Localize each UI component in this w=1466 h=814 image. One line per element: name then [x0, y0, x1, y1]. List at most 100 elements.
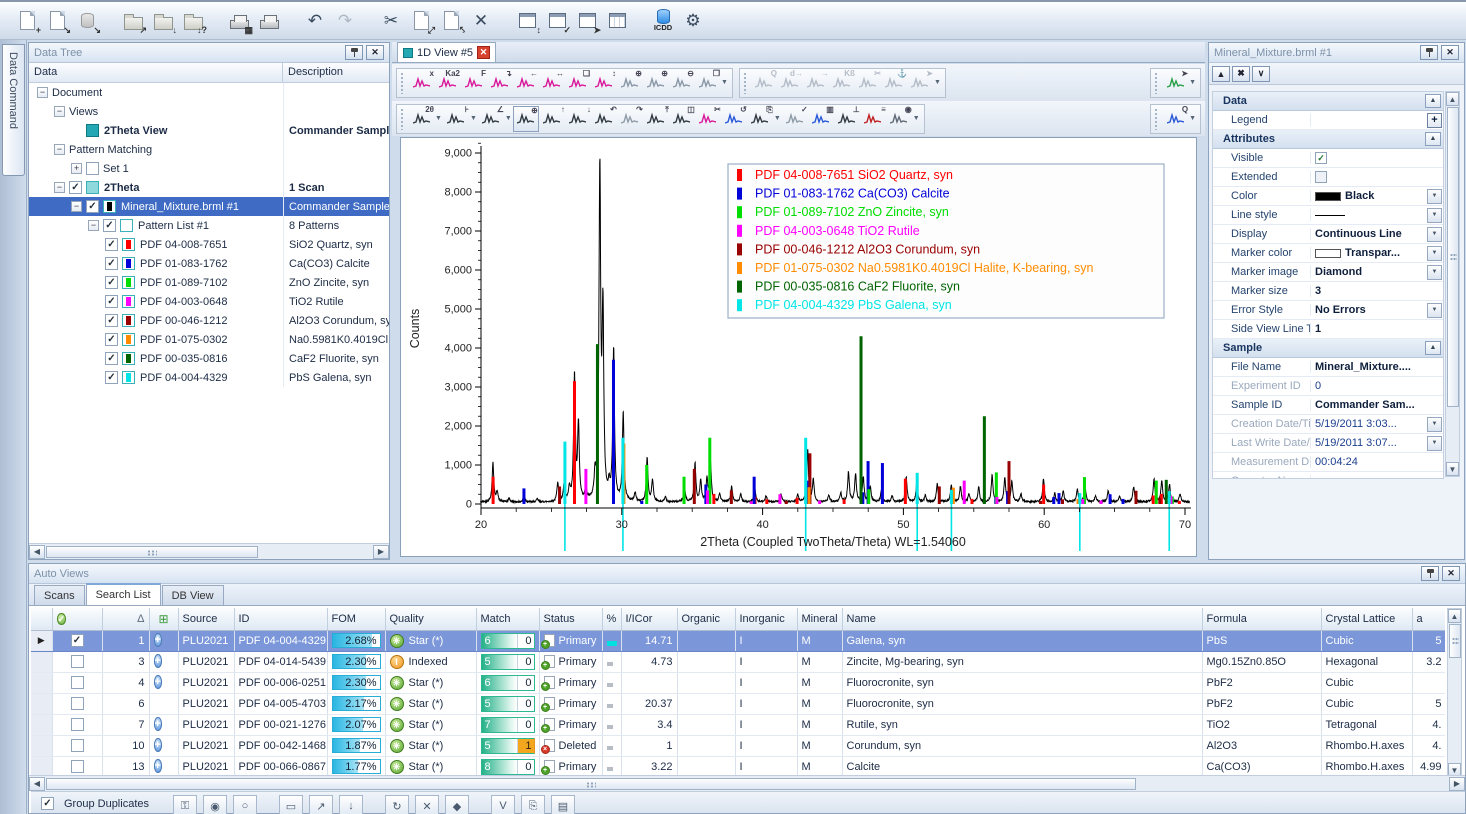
column-header-quality[interactable]: Quality	[385, 608, 476, 630]
property-row[interactable]: Measurement Du00:04:24	[1213, 453, 1443, 472]
scale-ruler-button[interactable]: ▥	[808, 106, 834, 132]
refresh-list-button[interactable]: ↻	[385, 795, 409, 814]
smooth-curve-icon[interactable]: ↴	[486, 70, 512, 96]
zoom-mode-button[interactable]: ⊕	[513, 106, 539, 132]
zoom-vertical-button[interactable]: ↓	[565, 106, 591, 132]
dropdown-arrow-icon[interactable]: ▼	[505, 115, 512, 122]
collapse-icon[interactable]: −	[54, 182, 65, 193]
window-scan-button[interactable]: ↕	[512, 6, 542, 36]
toolbar-overflow-icon[interactable]: ▼	[1189, 115, 1196, 122]
column-header-iicor[interactable]: I/ICor	[621, 608, 677, 630]
property-row[interactable]: Legend+	[1213, 111, 1443, 130]
open-document-button[interactable]: ↘	[42, 6, 72, 36]
tree-row[interactable]: 2Theta ViewCommander Sample	[29, 121, 389, 140]
property-value[interactable]: No Errors	[1315, 304, 1427, 316]
chevron-down-icon[interactable]: ▼	[1427, 227, 1442, 242]
collapse-section-icon[interactable]: ▲	[1425, 341, 1441, 355]
tree-row[interactable]: ✓PDF 00-035-0816CaF2 Fluorite, syn	[29, 349, 389, 368]
xrd-chart[interactable]: 01,0002,0003,0004,0005,0006,0007,0008,00…	[400, 137, 1197, 557]
collapse-icon[interactable]: −	[54, 144, 65, 155]
tab-scans[interactable]: Scans	[34, 585, 85, 605]
column-header-pct[interactable]: %	[602, 608, 621, 630]
property-value[interactable]: Mineral_Mixture....	[1315, 361, 1442, 373]
erase-entry-button[interactable]: ◆	[445, 795, 469, 814]
validate-entry-button[interactable]: V	[491, 795, 515, 814]
move-up-button[interactable]: ▲	[1212, 66, 1230, 82]
column-header-num[interactable]: Δ	[102, 608, 149, 630]
remove-range-button[interactable]: ✂	[695, 106, 721, 132]
scroll-up-icon[interactable]: ▲	[1448, 609, 1461, 623]
row-checkbox[interactable]: ✓	[71, 634, 84, 647]
column-header-checked[interactable]: ✓	[52, 608, 102, 630]
table-vscrollbar[interactable]: ▲ ▼	[1447, 608, 1462, 778]
clone-window-button[interactable]: ◫	[669, 106, 695, 132]
column-header-organic[interactable]: Organic	[677, 608, 735, 630]
group-duplicates-checkbox[interactable]: ✓	[41, 797, 54, 810]
property-value[interactable]: Continuous Line	[1315, 228, 1427, 240]
property-value[interactable]: 00:04:24	[1315, 456, 1442, 468]
tree-checkbox[interactable]: ✓	[69, 181, 82, 194]
property-row[interactable]: Line style▼	[1213, 206, 1443, 225]
slope-scale-menu[interactable]: ∠	[478, 106, 504, 132]
lock-entry-button[interactable]: ⚿	[173, 795, 197, 814]
delete-item-button[interactable]: ✖	[1232, 66, 1250, 82]
toolbar-overflow-icon[interactable]: ▼	[913, 115, 920, 122]
column-header-inorganic[interactable]: Inorganic	[735, 608, 797, 630]
column-header-lattice[interactable]: Crystal Lattice	[1321, 608, 1412, 630]
property-row[interactable]: Error StyleNo Errors▼	[1213, 301, 1443, 320]
table-row[interactable]: 4+PLU2021PDF 00-006-02512.30%✳Star (*)60…	[31, 672, 1445, 693]
column-header-source[interactable]: Source	[178, 608, 234, 630]
visibility-button[interactable]: ◉	[886, 106, 912, 132]
pin-icon[interactable]	[1421, 566, 1439, 581]
property-row[interactable]: Marker imageDiamond▼	[1213, 263, 1443, 282]
append-scan-icon[interactable]: ⊕	[642, 70, 668, 96]
dropdown-arrow-icon[interactable]: ▼	[470, 115, 477, 122]
window-check-button[interactable]: ✓	[542, 6, 572, 36]
structure-link-icon[interactable]: +	[154, 633, 162, 647]
section-header-data[interactable]: Data▲	[1213, 92, 1443, 111]
scroll-thumb[interactable]	[46, 778, 1136, 790]
property-value[interactable]: Black	[1345, 190, 1427, 202]
property-row[interactable]: Visible✓	[1213, 149, 1443, 168]
print-button[interactable]	[254, 6, 284, 36]
peak-marks-button[interactable]: ⊥	[834, 106, 860, 132]
property-row[interactable]: ColorBlack▼	[1213, 187, 1443, 206]
structure-link-icon[interactable]: +	[154, 738, 162, 752]
merge-scans-icon[interactable]: ⊕	[616, 70, 642, 96]
chevron-down-icon[interactable]: ▼	[1427, 265, 1442, 280]
column-header-link[interactable]: ⊞	[149, 608, 178, 630]
structure-link-icon[interactable]: +	[154, 759, 162, 773]
scroll-down-icon[interactable]: ▼	[1446, 462, 1459, 476]
insert-range-icon[interactable]: ❏	[564, 70, 590, 96]
property-checkbox[interactable]	[1315, 171, 1327, 183]
icdd-database-button[interactable]: ICDD	[648, 6, 678, 36]
dropdown-arrow-icon[interactable]: ▼	[774, 115, 781, 122]
column-header-name[interactable]: Name	[842, 608, 1202, 630]
chevron-down-icon[interactable]: ▼	[1427, 436, 1442, 451]
new-document-button[interactable]: +	[12, 6, 42, 36]
chart-canvas[interactable]: 01,0002,0003,0004,0005,0006,0007,0008,00…	[401, 138, 1196, 556]
collapse-icon[interactable]: −	[88, 220, 99, 231]
column-header-mineral[interactable]: Mineral	[797, 608, 842, 630]
property-value[interactable]: 3	[1315, 285, 1442, 297]
column-header-fom[interactable]: FOM	[327, 608, 385, 630]
export-folder-button[interactable]: ↗	[118, 6, 148, 36]
import-query-button[interactable]: ↓?	[178, 6, 208, 36]
tree-checkbox[interactable]: ✓	[105, 295, 118, 308]
tree-row[interactable]: −✓Mineral_Mixture.brml #1Commander Sampl…	[29, 197, 389, 216]
download-entry-button[interactable]: ↓	[339, 795, 363, 814]
clear-list-button[interactable]: ✕	[415, 795, 439, 814]
row-checkbox[interactable]	[71, 718, 84, 731]
export-entry-button[interactable]: ↗	[309, 795, 333, 814]
undo-button[interactable]: ↶	[300, 6, 330, 36]
property-row[interactable]: Operator Name	[1213, 472, 1443, 479]
tree-row[interactable]: −Views	[29, 102, 389, 121]
baseline-marks-button[interactable]: ≡	[860, 106, 886, 132]
scroll-up-icon[interactable]: ▲	[1446, 92, 1459, 106]
scan-search-icon[interactable]: Q	[1162, 106, 1188, 132]
scale-intensity-icon[interactable]: ↕	[590, 70, 616, 96]
copy-button[interactable]: ⤢	[406, 6, 436, 36]
property-value[interactable]: 1	[1315, 323, 1442, 335]
data-column-header[interactable]: Data	[29, 63, 283, 82]
row-checkbox[interactable]	[71, 655, 84, 668]
